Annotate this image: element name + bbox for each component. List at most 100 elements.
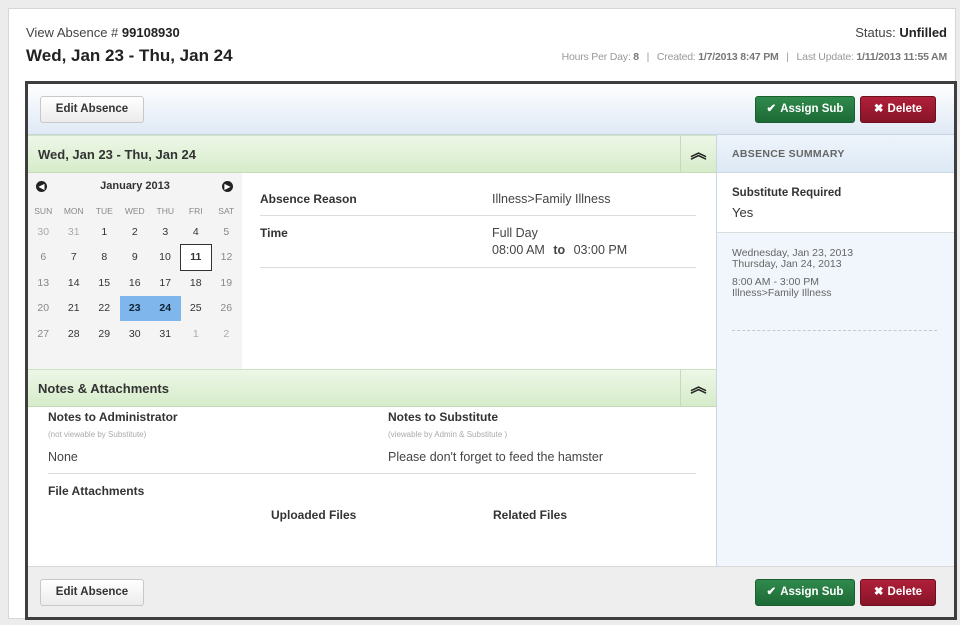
calendar-day[interactable]: 29	[89, 321, 120, 347]
calendar-day[interactable]: 23	[119, 295, 150, 321]
time-type: Full Day	[492, 226, 538, 240]
assign-sub-button[interactable]: ✔ Assign Sub	[755, 579, 855, 606]
calendar-weekday: FRI	[188, 206, 203, 216]
delete-button[interactable]: ✖ Delete	[860, 96, 936, 123]
summary-date-2: Thursday, Jan 24, 2013	[732, 258, 842, 270]
notes-divider	[48, 473, 696, 474]
checkmark-icon: ✔	[766, 586, 777, 598]
calendar-day[interactable]: 14	[59, 270, 90, 296]
calendar-day[interactable]: 3	[150, 219, 181, 245]
absence-page: View Absence # 99108930 Wed, Jan 23 - Th…	[8, 8, 957, 620]
time-start: 08:00 AM	[492, 243, 545, 257]
calendar-week: 6 7 8 9 10 11 12	[28, 244, 242, 271]
calendar-day[interactable]: 7	[59, 245, 90, 271]
calendar-day[interactable]: 31	[150, 321, 181, 347]
calendar-day[interactable]: 2	[120, 219, 151, 245]
calendar-day[interactable]: 20	[28, 296, 59, 322]
time-end: 03:00 PM	[573, 243, 628, 257]
related-files-label: Related Files	[493, 508, 568, 522]
x-icon: ✖	[873, 103, 884, 115]
summary-details: Wednesday, Jan 23, 2013 Thursday, Jan 24…	[732, 248, 853, 299]
checkmark-icon: ✔	[766, 103, 777, 115]
hours-value: 8	[633, 51, 639, 63]
delete-label: Delete	[887, 586, 923, 598]
calendar-day[interactable]: 30	[120, 321, 151, 347]
calendar-day[interactable]: 24	[150, 295, 181, 321]
sub-notes-value: Please don't forget to feed the hamster	[388, 450, 604, 464]
calendar-day[interactable]: 13	[28, 270, 59, 296]
calendar-weekday: MON	[63, 206, 84, 216]
meta-separator: |	[646, 51, 650, 63]
calendar-day[interactable]: 1	[89, 219, 120, 245]
calendar-day[interactable]: 27	[28, 321, 59, 347]
absence-status-area: Status: Unfilled Hours Per Day: 8 | Crea…	[562, 25, 948, 63]
edit-absence-button[interactable]: Edit Absence	[40, 96, 144, 123]
summary-title: ABSENCE SUMMARY	[732, 148, 845, 160]
calendar-weekday: WED	[124, 206, 145, 216]
calendar-day[interactable]: 21	[59, 296, 90, 322]
time-range: 08:00 AM to 03:00 PM	[492, 243, 627, 257]
time-row: Time Full Day 08:00 AM to 03:00 PM	[260, 216, 696, 268]
absence-details: Absence Reason Illness>Family Illness Ti…	[260, 173, 696, 268]
calendar-day[interactable]: 18	[181, 270, 212, 296]
notes-section-title: Notes & Attachments	[38, 381, 169, 396]
summary-reason: Illness>Family Illness	[732, 287, 832, 299]
calendar-week: 30 31 1 2 3 4 5	[28, 219, 242, 245]
calendar-day[interactable]: 9	[120, 245, 151, 271]
calendar-day[interactable]: 10	[150, 245, 181, 271]
bottom-toolbar: Edit Absence ✔ Assign Sub ✖ Delete	[28, 566, 954, 617]
sub-notes-label: Notes to Substitute	[388, 410, 498, 424]
calendar-day[interactable]: 25	[181, 296, 212, 322]
status-value: Unfilled	[899, 25, 947, 40]
calendar-day[interactable]: 26	[211, 296, 242, 322]
delete-label: Delete	[887, 103, 923, 115]
time-to: to	[553, 243, 566, 257]
assign-sub-button[interactable]: ✔ Assign Sub	[755, 96, 855, 123]
calendar-day[interactable]: 1	[181, 321, 212, 347]
file-attachments-label: File Attachments	[48, 484, 145, 498]
next-month-icon[interactable]: ▶	[222, 181, 233, 192]
calendar-week: 13 14 15 16 17 18 19	[28, 270, 242, 296]
updated-value: 1/11/2013 11:55 AM	[856, 51, 947, 63]
absence-meta: Hours Per Day: 8 | Created: 1/7/2013 8:4…	[562, 51, 948, 63]
calendar-day[interactable]: 8	[89, 245, 120, 271]
assign-sub-label: Assign Sub	[780, 103, 844, 115]
calendar-day[interactable]: 12	[211, 245, 242, 271]
top-toolbar: Edit Absence ✔ Assign Sub ✖ Delete	[28, 84, 954, 135]
calendar-day[interactable]: 15	[89, 270, 120, 296]
calendar-day[interactable]: 11	[180, 244, 212, 271]
calendar-day[interactable]: 17	[150, 270, 181, 296]
calendar-day[interactable]: 16	[120, 270, 151, 296]
created-label: Created:	[656, 51, 696, 63]
delete-button[interactable]: ✖ Delete	[860, 579, 936, 606]
calendar-month-title: January 2013	[100, 180, 170, 192]
dates-section-header: Wed, Jan 23 - Thu, Jan 24 ︽	[28, 135, 716, 173]
summary-header: ABSENCE SUMMARY	[717, 135, 954, 173]
updated-label: Last Update:	[796, 51, 854, 63]
calendar-weekday: SAT	[218, 206, 235, 216]
notes-section-header: Notes & Attachments ︽	[28, 369, 716, 407]
double-chevron-up-icon[interactable]: ︽	[680, 136, 716, 172]
calendar-day[interactable]: 28	[59, 321, 90, 347]
reason-value: Illness>Family Illness	[492, 192, 611, 206]
substitute-required-label: Substitute Required	[732, 187, 842, 199]
admin-notes-label: Notes to Administrator	[48, 410, 178, 424]
calendar-day[interactable]: 5	[211, 219, 242, 245]
calendar-day[interactable]: 31	[59, 219, 90, 245]
calendar-week: 27 28 29 30 31 1 2	[28, 321, 242, 347]
meta-separator: |	[786, 51, 789, 63]
calendar-day[interactable]: 22	[89, 296, 120, 322]
calendar-day[interactable]: 2	[211, 321, 242, 347]
mini-calendar: ◀ January 2013 ▶ SUN MON TUE WED THU FRI SAT 3…	[28, 173, 242, 369]
absence-main: Wed, Jan 23 - Thu, Jan 24 ︽ ◀ January 20…	[28, 135, 716, 569]
edit-absence-button[interactable]: Edit Absence	[40, 579, 144, 606]
calendar-grid: SUN MON TUE WED THU FRI SAT 30 31 1 2 3 4 5 6 7 8 9 10 11 1…	[28, 203, 242, 347]
substitute-required-value: Yes	[732, 205, 754, 220]
calendar-header: ◀ January 2013 ▶	[28, 173, 242, 199]
calendar-weekday: THU	[156, 206, 174, 216]
calendar-day[interactable]: 4	[181, 219, 212, 245]
calendar-day[interactable]: 30	[28, 219, 59, 245]
calendar-day[interactable]: 6	[28, 245, 59, 271]
double-chevron-up-icon[interactable]: ︽	[680, 370, 716, 406]
calendar-day[interactable]: 19	[211, 270, 242, 296]
